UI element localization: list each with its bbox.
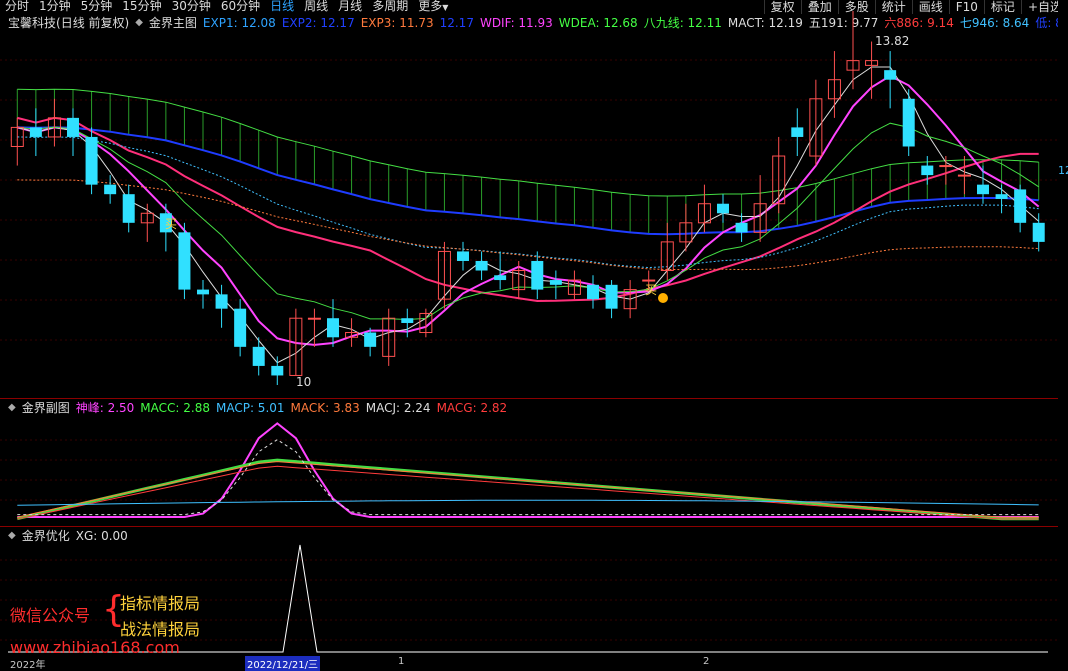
candle-body <box>549 280 562 285</box>
candle-body <box>271 365 284 376</box>
candle-body <box>475 260 488 271</box>
candle-body <box>104 184 117 195</box>
candle-body <box>902 98 915 147</box>
macg-line <box>17 465 1039 520</box>
candle-body <box>977 184 989 195</box>
candle-body <box>642 279 656 282</box>
candle-body <box>252 346 265 366</box>
date-tick: 2 <box>703 656 710 667</box>
wdif-line <box>17 74 1040 346</box>
buy-signal-label: 买 <box>645 283 657 297</box>
candle-body <box>85 136 98 185</box>
macp-line <box>17 499 1039 506</box>
buy-signal-label: 买 <box>165 217 177 231</box>
candle-body <box>939 165 953 168</box>
macc-line <box>16 458 1039 521</box>
price-scale-label: 12 <box>1058 164 1068 177</box>
candle-body <box>735 222 748 233</box>
candle-body <box>995 194 1008 199</box>
date-axis: 2022年 2022/12/21/三 1 2 <box>0 656 1068 671</box>
right-scale: 12 <box>1058 0 1068 666</box>
low-price-label: 10 <box>296 375 311 389</box>
candle-body <box>215 294 228 309</box>
candle-body <box>364 332 377 347</box>
kline-chart[interactable]: 13.82 10 买 买 <box>0 0 1058 666</box>
candle-body <box>921 165 934 176</box>
indicator-band <box>16 89 1040 235</box>
candle-body <box>494 275 507 281</box>
candle-body <box>197 289 209 295</box>
candle-body <box>29 127 42 137</box>
candle-body <box>327 318 339 338</box>
candle-body <box>791 127 804 137</box>
candle-body <box>234 308 247 347</box>
watermark-url: www.zhibiao168.com <box>10 638 180 657</box>
chart-grid <box>0 59 1058 641</box>
candle-body <box>401 318 414 323</box>
cursor-date: 2022/12/21/三 <box>245 656 321 671</box>
candle-body <box>531 260 544 290</box>
sub-indicator-lines <box>16 422 1039 521</box>
candle-body <box>587 284 599 300</box>
year-label: 2022年 <box>10 660 46 671</box>
date-tick: 1 <box>398 656 405 667</box>
candle-body <box>1032 222 1045 242</box>
candle-body <box>122 194 135 223</box>
buy-signal-dot <box>658 293 668 303</box>
candle-body <box>67 117 79 137</box>
candle-body <box>605 284 618 309</box>
candle-body <box>717 203 729 214</box>
candle-body <box>1014 189 1027 223</box>
candle-body <box>457 251 469 261</box>
watermark-wechat: 微信公众号 <box>10 606 91 625</box>
candle-body <box>307 317 321 320</box>
exp1-line <box>17 136 1039 269</box>
candle-body <box>957 174 971 177</box>
watermark-line2: 战法情报局 <box>120 620 201 639</box>
macd-line <box>17 116 1039 303</box>
candle-body <box>178 232 191 290</box>
watermark-line1: 指标情报局 <box>120 594 201 613</box>
candle-body <box>884 70 897 80</box>
high-price-label: 13.82 <box>875 34 909 48</box>
